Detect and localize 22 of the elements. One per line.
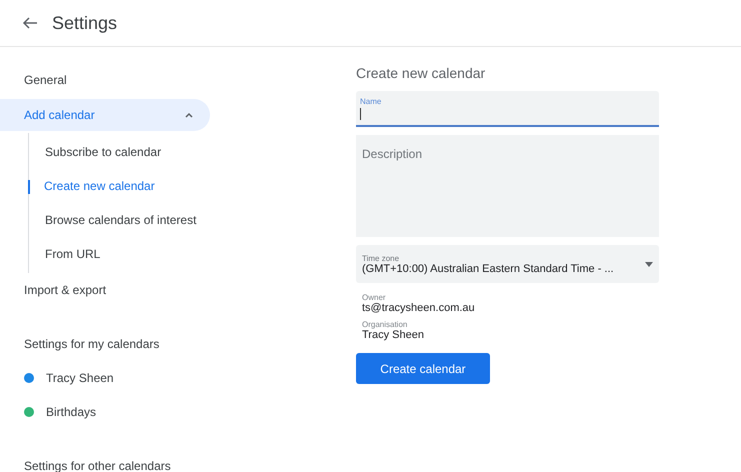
chevron-up-icon[interactable] — [184, 110, 194, 120]
back-arrow-icon[interactable] — [22, 15, 38, 31]
sidebar-item[interactable]: General — [0, 63, 330, 97]
sidebar-subitem[interactable]: Subscribe to calendar — [29, 135, 330, 169]
dropdown-arrow-icon — [645, 262, 653, 266]
field-label: Owner — [362, 293, 387, 302]
sidebar-subitem[interactable]: Create new calendar — [29, 169, 330, 203]
sidebar-subitem[interactable]: Browse calendars of interest — [29, 203, 330, 237]
calendar-item[interactable]: Birthdays — [46, 405, 96, 419]
field-label: Organisation — [362, 320, 408, 329]
field-value: Tracy Sheen — [362, 329, 425, 341]
time-zone-dropdown[interactable]: Time zone (GMT+10:00) Australian Eastern Standard Time - ... — [356, 245, 659, 283]
sidebar-subitem[interactable]: From URL — [29, 237, 330, 271]
sidebar-item[interactable]: Import & export — [0, 273, 330, 307]
section-heading: Settings for my calendars — [23, 336, 160, 353]
field-value: ts@tracysheen.com.au — [362, 302, 476, 314]
form-title: Create new calendar — [356, 65, 486, 81]
page-title: Settings — [52, 12, 118, 34]
sidebar-item[interactable]: Add calendar — [0, 99, 210, 131]
description-field[interactable]: Description — [356, 135, 659, 237]
calendar-item[interactable]: Tracy Sheen — [46, 371, 114, 385]
create-calendar-button[interactable]: Create calendar — [356, 353, 490, 384]
